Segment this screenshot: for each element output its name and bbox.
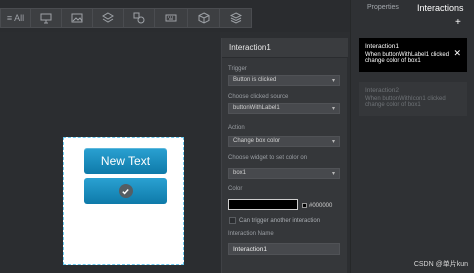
right-panel: Properties Interactions + Interaction1 W… — [350, 0, 474, 273]
chevron-down-icon: ▾ — [331, 106, 335, 112]
action-value: Change box color — [233, 138, 281, 144]
color-swatch[interactable] — [228, 199, 298, 210]
monitor-icon[interactable] — [31, 9, 62, 27]
source-select[interactable]: buttonWithLabel1 ▾ — [228, 103, 340, 114]
close-icon[interactable]: ✕ — [453, 48, 461, 59]
interaction-name-value: Interaction1 — [233, 246, 267, 253]
panel-tabs: Properties Interactions — [351, 0, 474, 18]
interaction-editor: Interaction1 Trigger Button is clicked ▾… — [221, 38, 348, 273]
source-value: buttonWithLabel1 — [233, 105, 280, 111]
widget-toolbar: ≡ All — [0, 0, 350, 32]
interaction-card-line2: change color of box1 — [365, 102, 421, 108]
button-with-label1-text: New Text — [100, 154, 151, 168]
trigger-select[interactable]: Button is clicked ▾ — [228, 75, 340, 86]
widget-value: box1 — [233, 170, 247, 176]
color-dot-icon — [302, 203, 307, 208]
keyboard-icon[interactable] — [155, 9, 188, 27]
shapes-icon[interactable] — [124, 9, 155, 27]
filter-all-label: ≡ All — [6, 13, 25, 23]
cube-icon[interactable] — [188, 9, 220, 27]
button-with-icon1[interactable] — [84, 178, 167, 204]
color-picker[interactable]: #000000 — [228, 199, 340, 210]
tab-properties[interactable]: Properties — [367, 4, 399, 11]
check-icon — [118, 184, 133, 198]
source-label: Choose clicked source — [228, 94, 289, 100]
watermark-text: CSDN @单片kun — [413, 261, 468, 268]
widget-select[interactable]: box1 ▾ — [228, 168, 340, 179]
layers-icon[interactable] — [220, 9, 251, 27]
action-select[interactable]: Change box color ▾ — [228, 136, 340, 147]
trigger-another-checkbox[interactable] — [229, 217, 236, 224]
chevron-down-icon: ▾ — [331, 139, 335, 145]
chevron-down-icon: ▾ — [331, 78, 335, 84]
image-icon[interactable] — [62, 9, 93, 27]
interaction-card-title: Interaction2 — [365, 87, 399, 94]
filter-all-button[interactable]: ≡ All — [1, 9, 31, 27]
interaction-card-title: Interaction1 — [365, 43, 399, 50]
editor-title: Interaction1 — [222, 38, 348, 58]
interaction-card[interactable]: Interaction2 When buttonWithIcon1 clicke… — [359, 82, 467, 116]
chevron-down-icon: ▾ — [331, 171, 335, 177]
tab-interactions[interactable]: Interactions — [417, 3, 464, 13]
stack-icon[interactable] — [93, 9, 124, 27]
add-interaction-button[interactable]: + — [455, 17, 461, 28]
name-label: Interaction Name — [228, 231, 274, 237]
interaction-card-line2: change color of box1 — [365, 58, 421, 64]
action-label: Action — [228, 125, 245, 131]
trigger-another-label: Can trigger another interaction — [239, 218, 321, 224]
interaction-card[interactable]: Interaction1 When buttonWithLabel1 click… — [359, 38, 467, 72]
trigger-value: Button is clicked — [233, 77, 277, 83]
color-label: Color — [228, 186, 243, 192]
trigger-label: Trigger — [228, 66, 247, 72]
button-with-label1[interactable]: New Text — [84, 148, 167, 174]
color-hex-value: #000000 — [309, 202, 333, 209]
interaction-name-input[interactable]: Interaction1 — [228, 243, 340, 255]
widget-label: Choose widget to set color on — [228, 155, 308, 161]
color-hex[interactable]: #000000 — [302, 199, 340, 210]
widget-filter-strip: ≡ All — [0, 8, 252, 28]
